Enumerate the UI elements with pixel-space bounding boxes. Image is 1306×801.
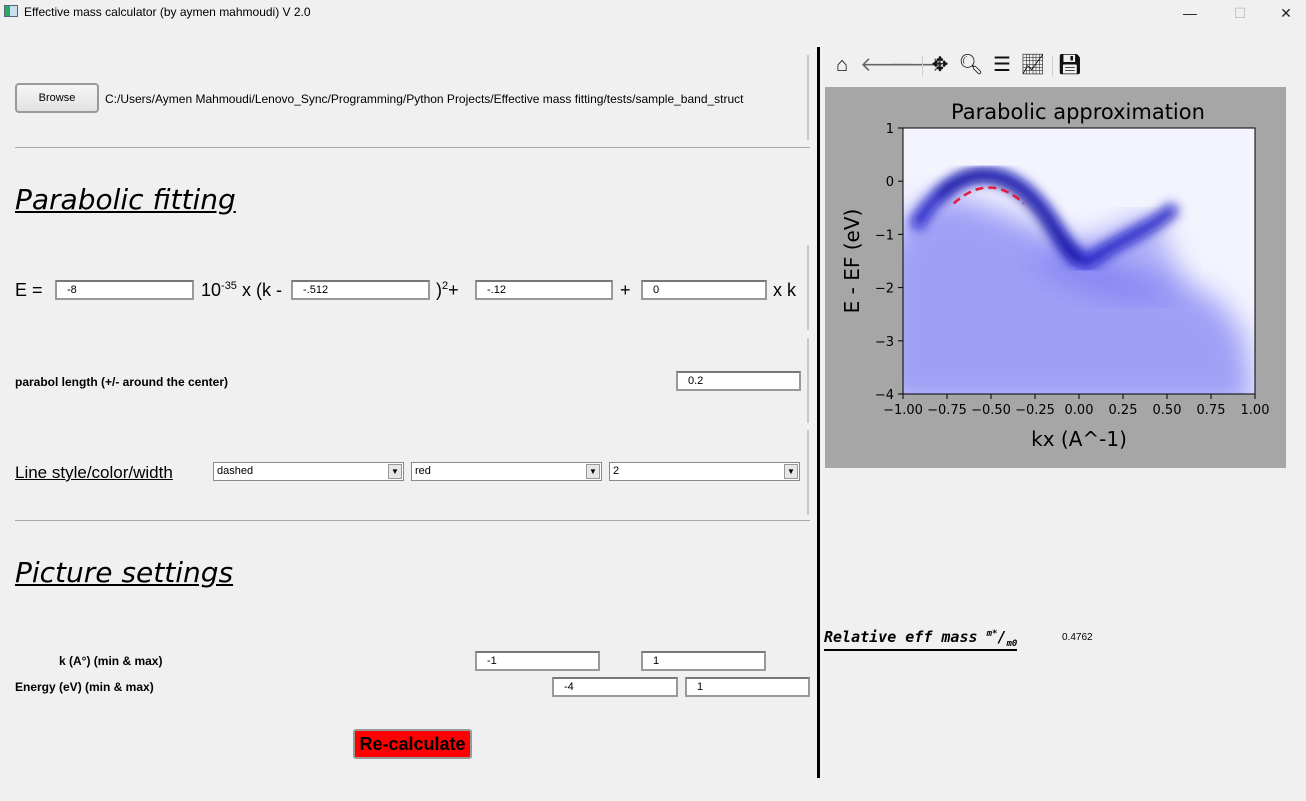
- chevron-down-icon[interactable]: ▼: [586, 464, 600, 479]
- y-tick-label: 0: [886, 175, 894, 190]
- y-tick-label: −3: [875, 335, 894, 350]
- y-tick-label: −1: [875, 228, 894, 243]
- chevron-down-icon[interactable]: ▼: [388, 464, 402, 479]
- line-color-select[interactable]: red ▼: [411, 462, 602, 481]
- separator: [807, 430, 809, 515]
- length-input[interactable]: 0.2: [676, 371, 801, 391]
- forward-icon[interactable]: 🡒: [890, 52, 944, 78]
- heatmap: [903, 128, 1255, 394]
- scrollbar[interactable]: [807, 55, 809, 140]
- x-axis-label: kx (A^-1): [1031, 427, 1127, 451]
- x-tick-label: 0.50: [1153, 403, 1182, 418]
- x-tick-label: 0.75: [1197, 403, 1226, 418]
- linear-input[interactable]: 0: [641, 280, 767, 300]
- close-button[interactable]: ✕: [1266, 2, 1306, 24]
- home-icon[interactable]: ⌂: [829, 52, 855, 78]
- energy-min-input[interactable]: -4: [552, 677, 678, 697]
- times-k-label: x (k -: [241, 280, 282, 300]
- configure-icon[interactable]: ☰: [989, 52, 1015, 78]
- chart[interactable]: −1.00 −0.75 −0.50 −0.25 0.00 0.25 0.50 0.75 1.00…: [825, 87, 1286, 468]
- chevron-down-icon[interactable]: ▼: [784, 464, 798, 479]
- recalculate-button[interactable]: Re-calculate: [353, 729, 472, 759]
- y-axis-label: E - EF (eV): [840, 209, 864, 314]
- ratio-numerator: m*: [986, 629, 998, 639]
- x-tick-label: 1.00: [1241, 403, 1270, 418]
- toolbar-separator: [1052, 56, 1053, 76]
- center-input[interactable]: -.512: [291, 280, 430, 300]
- zoom-icon[interactable]: 🔍︎: [958, 52, 984, 78]
- maximize-button[interactable]: ☐: [1220, 2, 1260, 24]
- selected-value: red: [415, 465, 431, 477]
- k-max-input[interactable]: 1: [641, 651, 766, 671]
- save-icon[interactable]: 💾︎: [1057, 52, 1083, 78]
- line-style-label: Line style/color/width: [15, 463, 173, 482]
- chart-title: Parabolic approximation: [951, 100, 1205, 124]
- x-tick-label: −0.25: [1015, 403, 1055, 418]
- xk-label: x k: [773, 280, 797, 300]
- divider: [15, 520, 810, 521]
- offset-input[interactable]: -.12: [475, 280, 613, 300]
- x-tick-label: −0.50: [971, 403, 1011, 418]
- e-label: E =: [15, 280, 43, 300]
- k-min-input[interactable]: -1: [475, 651, 600, 671]
- divider: [15, 147, 810, 148]
- pan-icon[interactable]: ✥: [927, 52, 953, 78]
- toolbar-separator: [922, 56, 923, 76]
- power-exponent: -35: [221, 280, 237, 292]
- browse-button[interactable]: Browse: [15, 83, 99, 113]
- minimize-button[interactable]: —: [1170, 2, 1210, 24]
- x-tick-label: 0.00: [1065, 403, 1094, 418]
- y-tick-label: −4: [875, 388, 894, 403]
- x-tick-label: −0.75: [927, 403, 967, 418]
- parabolic-heading: Parabolic fitting: [15, 183, 236, 216]
- x-tick-label: −1.00: [883, 403, 923, 418]
- eff-mass-label: Relative eff mass m*/m0: [824, 628, 1018, 651]
- plus-label: +: [448, 280, 459, 300]
- power-label: 10-35 x (k -: [201, 280, 282, 301]
- energy-range-label: Energy (eV) (min & max): [15, 680, 154, 694]
- energy-max-input[interactable]: 1: [685, 677, 810, 697]
- window-title: Effective mass calculator (by aymen mahm…: [24, 5, 311, 19]
- selected-value: 2: [613, 465, 620, 477]
- splitter[interactable]: [817, 47, 820, 778]
- line-style-select[interactable]: dashed ▼: [213, 462, 404, 481]
- line-width-select[interactable]: 2 ▼: [609, 462, 800, 481]
- y-tick-label: 1: [886, 122, 894, 137]
- app-icon: [4, 5, 18, 17]
- coefficient-input[interactable]: -8: [55, 280, 194, 300]
- eff-mass-text: Relative eff mass: [824, 628, 978, 646]
- selected-value: dashed: [217, 465, 254, 477]
- picture-heading: Picture settings: [15, 556, 234, 589]
- edit-axis-icon[interactable]: 📈︎: [1020, 52, 1046, 78]
- y-tick-label: −2: [875, 282, 894, 297]
- x-tick-label: 0.25: [1109, 403, 1138, 418]
- title-bar: Effective mass calculator (by aymen mahm…: [0, 0, 1306, 26]
- file-path: C:/Users/Aymen Mahmoudi/Lenovo_Sync/Prog…: [105, 92, 744, 106]
- ratio-denominator: m0: [1006, 639, 1018, 649]
- separator: [807, 245, 809, 330]
- square-label: )2+: [436, 280, 459, 301]
- k-range-label: k (A°) (min & max): [59, 654, 163, 668]
- power-base: 10: [201, 280, 222, 300]
- separator: [807, 338, 809, 423]
- plus-label: +: [620, 280, 631, 300]
- length-label: parabol length (+/- around the center): [15, 375, 229, 389]
- back-icon[interactable]: 🡐: [860, 52, 914, 78]
- eff-mass-value: 0.4762: [1062, 632, 1093, 643]
